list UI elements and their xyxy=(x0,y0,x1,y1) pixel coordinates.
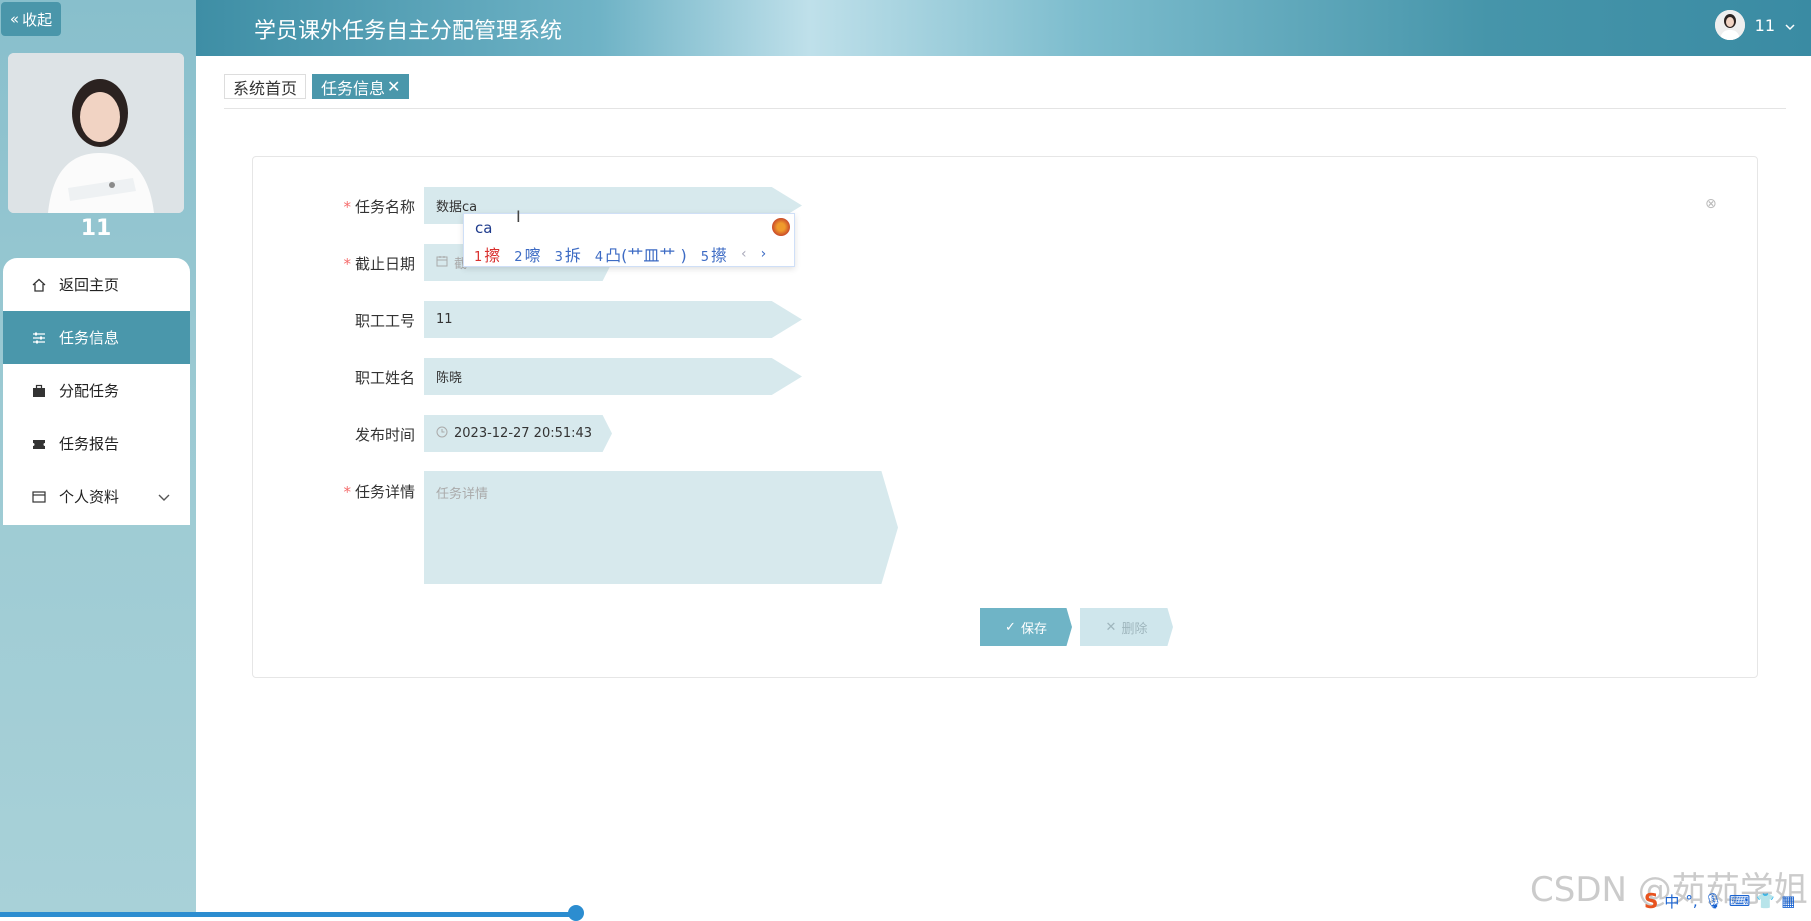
ime-next-icon[interactable]: › xyxy=(761,246,767,262)
chevron-down-icon xyxy=(158,488,170,506)
ticket-icon xyxy=(31,436,47,452)
staff-name-value: 陈晓 xyxy=(436,371,463,386)
ime-candidate-popup[interactable]: ca 1擦 2嚓 3拆 4 凸(艹皿艹 ) 5攃 ‹ › xyxy=(463,213,795,267)
collapse-label: 收起 xyxy=(22,10,53,29)
tab-task-info[interactable]: 任务信息 ✕ xyxy=(312,74,410,99)
sidebar-item-task-info[interactable]: 任务信息 xyxy=(3,311,190,364)
delete-button[interactable]: ✕ 删除 xyxy=(1080,608,1173,646)
staff-name-label: 职工姓名 xyxy=(354,369,415,387)
ime-logo-icon xyxy=(772,218,790,236)
sidebar-item-label: 任务信息 xyxy=(59,329,120,347)
tab-label: 任务信息 xyxy=(321,78,386,98)
ime-input-text: ca xyxy=(475,219,493,237)
sidebar-item-home[interactable]: 返回主页 xyxy=(3,258,190,311)
briefcase-icon xyxy=(31,383,47,399)
profile-photo xyxy=(8,53,184,213)
close-icon: ✕ xyxy=(1105,619,1117,635)
home-icon xyxy=(31,277,47,293)
sidebar-menu: 返回主页 任务信息 分配任务 任务报告 个人资料 xyxy=(3,258,190,525)
sidebar: « 收起 11 返回主页 任务信息 分配任务 任务报告 个人资料 xyxy=(0,0,196,917)
sidebar-item-label: 任务报告 xyxy=(59,435,120,453)
top-header: 学员课外任务自主分配管理系统 11 xyxy=(196,0,1811,56)
ime-candidate[interactable]: 4 凸(艹皿艹 ) xyxy=(595,242,687,266)
save-button[interactable]: ✓ 保存 xyxy=(980,608,1072,646)
staff-id-input[interactable]: 11 xyxy=(424,301,802,338)
sidebar-item-label: 返回主页 xyxy=(59,276,120,294)
ime-candidate[interactable]: 2嚓 xyxy=(514,242,540,266)
task-name-label: * 任务名称 xyxy=(343,198,415,216)
sidebar-username: 11 xyxy=(80,216,112,241)
sidebar-item-label: 分配任务 xyxy=(59,382,120,400)
top-username: 11 xyxy=(1754,15,1775,35)
check-icon: ✓ xyxy=(1005,619,1016,635)
calendar-icon xyxy=(436,255,448,271)
text-cursor-icon: I xyxy=(516,207,521,226)
tab-divider xyxy=(224,108,1786,109)
ime-candidate[interactable]: 1擦 xyxy=(474,242,500,266)
shirt-icon[interactable]: 👕 xyxy=(1756,892,1775,910)
chevron-down-icon xyxy=(1785,16,1795,35)
progress-bar xyxy=(0,912,576,917)
user-menu[interactable]: 11 xyxy=(1714,10,1795,40)
publish-time-picker[interactable]: 2023-12-27 20:51:43 xyxy=(424,415,612,452)
ime-prev-icon[interactable]: ‹ xyxy=(741,246,747,262)
ime-candidate[interactable]: 3拆 xyxy=(555,242,581,266)
microphone-icon[interactable]: 🎙 xyxy=(1704,892,1723,910)
ime-candidate[interactable]: 5攃 xyxy=(701,242,727,266)
sidebar-item-label: 个人资料 xyxy=(59,488,120,506)
publish-time-label: 发布时间 xyxy=(354,426,415,444)
circle-close-icon[interactable]: ⊗ xyxy=(1705,196,1717,212)
close-icon[interactable]: ✕ xyxy=(387,77,400,96)
sidebar-item-task-report[interactable]: 任务报告 xyxy=(3,417,190,470)
keyboard-icon[interactable]: ⌨ xyxy=(1729,892,1751,910)
ime-tray: S 中 °, 🎙 ⌨ 👕 ▦ xyxy=(1644,889,1795,913)
tab-bar: 系统首页 任务信息 ✕ xyxy=(224,74,410,99)
task-detail-placeholder: 任务详情 xyxy=(436,487,489,502)
save-label: 保存 xyxy=(1020,621,1047,637)
staff-id-value: 11 xyxy=(436,312,453,327)
sidebar-item-assign-task[interactable]: 分配任务 xyxy=(3,364,190,417)
punctuation-icon[interactable]: °, xyxy=(1685,892,1697,910)
sogou-logo-icon: S xyxy=(1644,889,1659,913)
collapse-button[interactable]: « 收起 xyxy=(1,2,61,36)
app-title: 学员课外任务自主分配管理系统 xyxy=(254,19,563,44)
ime-language[interactable]: 中 xyxy=(1664,891,1679,912)
progress-handle[interactable] xyxy=(568,905,584,921)
double-chevron-left-icon: « xyxy=(9,10,20,28)
delete-label: 删除 xyxy=(1121,621,1148,637)
detail-label: * 任务详情 xyxy=(343,483,415,501)
deadline-label: * 截止日期 xyxy=(343,255,415,273)
tab-label: 系统首页 xyxy=(233,78,298,98)
publish-time-value: 2023-12-27 20:51:43 xyxy=(454,426,593,441)
sidebar-item-profile[interactable]: 个人资料 xyxy=(3,470,190,523)
staff-name-input[interactable]: 陈晓 xyxy=(424,358,802,395)
grid-icon[interactable]: ▦ xyxy=(1781,892,1795,910)
staff-id-label: 职工工号 xyxy=(354,312,415,330)
clock-icon xyxy=(436,426,448,442)
tab-home[interactable]: 系统首页 xyxy=(224,74,307,99)
sliders-icon xyxy=(31,330,47,346)
avatar xyxy=(1714,10,1745,40)
ime-candidates: 1擦 2嚓 3拆 4 凸(艹皿艹 ) 5攃 ‹ › xyxy=(474,242,766,266)
task-detail-textarea[interactable]: 任务详情 xyxy=(424,471,898,584)
wallet-icon xyxy=(31,489,47,505)
